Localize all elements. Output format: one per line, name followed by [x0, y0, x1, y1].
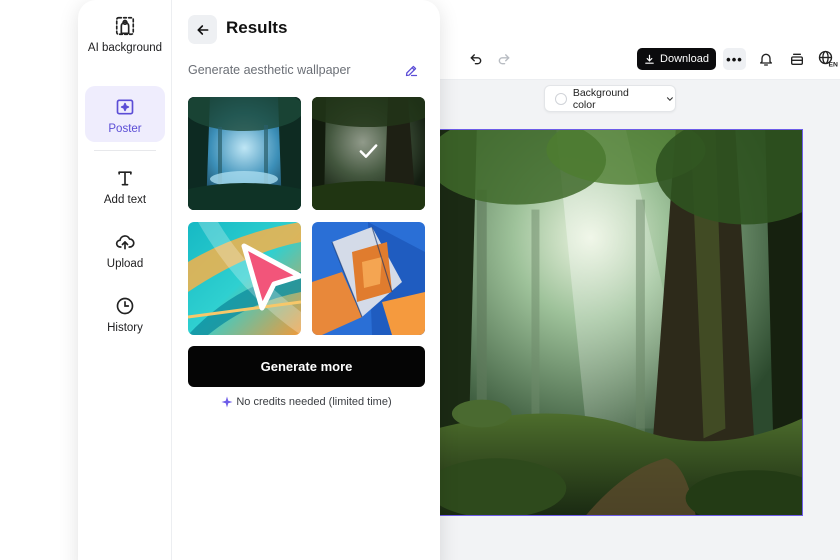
download-icon: [645, 54, 654, 64]
chevron-down-icon: [667, 96, 674, 101]
back-button[interactable]: [188, 15, 217, 44]
undo-icon: [470, 54, 482, 65]
result-thumbnail-1[interactable]: [188, 97, 301, 210]
thumbnail-image: [312, 222, 425, 335]
sidebar-item-upload[interactable]: Upload: [85, 230, 165, 271]
sidebar-item-label: Poster: [108, 123, 142, 135]
download-label: Download: [660, 53, 709, 65]
generate-more-label: Generate more: [260, 359, 353, 374]
more-options-button[interactable]: •••: [723, 48, 746, 70]
tool-rail: AI background Poster Add text Upload His…: [78, 0, 172, 560]
cloud-upload-icon: [113, 230, 137, 254]
generate-more-button[interactable]: Generate more: [188, 346, 425, 387]
color-swatch: [555, 92, 567, 105]
sidebar-item-ai-background[interactable]: AI background: [85, 14, 165, 55]
language-button[interactable]: EN: [817, 49, 840, 69]
sidebar-item-label: Add text: [103, 194, 147, 206]
check-icon: [359, 144, 378, 158]
thumbnail-image: [188, 97, 301, 210]
layers-icon: [791, 53, 803, 65]
result-thumbnail-2-selected[interactable]: [312, 97, 425, 210]
background-color-label: Background color: [572, 86, 629, 111]
text-icon: [113, 166, 137, 190]
sidebar-item-label: Upload: [106, 258, 144, 270]
rail-divider: [94, 150, 156, 151]
sidebar-item-label: History: [107, 322, 143, 334]
sidebar-item-history[interactable]: History: [85, 294, 165, 335]
edit-prompt-button[interactable]: [404, 63, 420, 79]
background-color-dropdown[interactable]: Background color: [544, 85, 676, 112]
credits-note-text: No credits needed (limited time): [236, 396, 392, 408]
sparkle-icon: [221, 396, 233, 408]
page-title: Results: [226, 18, 288, 37]
sidebar-item-label: AI background: [87, 42, 163, 54]
redo-button[interactable]: [494, 50, 514, 68]
notifications-button[interactable]: [756, 50, 776, 68]
bell-icon: [760, 53, 772, 66]
pencil-icon: [405, 65, 418, 77]
ai-background-icon: [113, 14, 137, 38]
sidebar-item-add-text[interactable]: Add text: [85, 166, 165, 207]
pointer-cursor-icon: [230, 236, 308, 316]
arrow-left-icon: [197, 24, 208, 35]
canvas-image[interactable]: [436, 129, 803, 516]
credits-note: No credits needed (limited time): [188, 396, 425, 408]
poster-icon: [113, 95, 137, 119]
sidebar-item-poster[interactable]: Poster: [85, 86, 165, 142]
clock-icon: [113, 294, 137, 318]
layers-button[interactable]: [787, 50, 807, 68]
globe-icon: EN: [818, 50, 839, 69]
forest-illustration: [437, 130, 802, 515]
download-button[interactable]: Download: [637, 48, 716, 70]
svg-text:EN: EN: [829, 62, 839, 69]
undo-button[interactable]: [466, 50, 486, 68]
prompt-text[interactable]: Generate aesthetic wallpaper: [188, 63, 351, 77]
redo-icon: [498, 54, 510, 65]
result-thumbnail-4[interactable]: [312, 222, 425, 335]
more-dots: •••: [726, 51, 743, 67]
